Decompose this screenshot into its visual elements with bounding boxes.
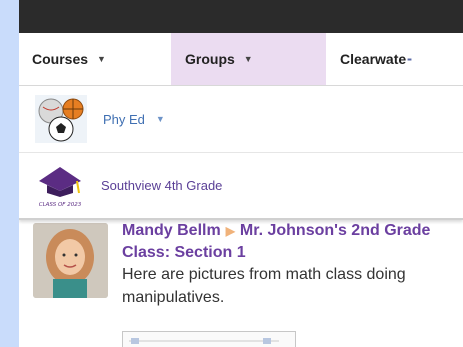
feed-post: Mandy Bellm ▶ Mr. Johnson's 2nd Grade Clas…: [19, 218, 463, 347]
dropdown-item-label: Phy Ed: [103, 111, 145, 127]
nav-courses-label: Courses: [32, 51, 89, 67]
avatar[interactable]: [33, 223, 108, 298]
dropdown-item-southview[interactable]: CLASS OF 2023 Southview 4th Grade: [19, 152, 463, 218]
thumbnail-line: [129, 340, 279, 342]
nav-clearwater[interactable]: Clearwate ▪▪: [326, 33, 463, 85]
thumbnail-marker: [131, 338, 139, 344]
triangle-right-icon: ▶: [225, 224, 235, 238]
overflow-icon: ▪▪: [407, 54, 412, 64]
svg-text:CLASS OF 2023: CLASS OF 2023: [39, 202, 82, 208]
dropdown-item-label: Southview 4th Grade: [101, 177, 223, 193]
chevron-down-icon: ▼: [97, 54, 106, 64]
nav-courses[interactable]: Courses ▼: [19, 33, 171, 85]
nav-clearwater-label: Clearwate: [340, 51, 407, 67]
groups-dropdown-menu: Phy Ed ▼ CLASS OF 2023 Southview 4th Gra…: [19, 86, 463, 220]
app-frame: Courses ▼ Groups ▼ Clearwate ▪▪ Phy Ed ▼…: [19, 0, 463, 347]
post-title: Mandy Bellm ▶ Mr. Johnson's 2nd Grade Clas…: [122, 220, 452, 263]
class-of-2023-logo: CLASS OF 2023: [33, 161, 87, 209]
post-image-thumbnail[interactable]: [122, 331, 296, 347]
chevron-down-icon[interactable]: ▼: [156, 114, 165, 124]
top-bar: [19, 0, 463, 33]
post-author-link[interactable]: Mandy Bellm: [122, 222, 221, 239]
dropdown-item-phy-ed[interactable]: Phy Ed ▼: [19, 86, 463, 153]
nav-groups[interactable]: Groups ▼: [171, 33, 326, 85]
sports-balls-icon: [35, 95, 87, 143]
post-body: Here are pictures from math class doing …: [122, 266, 406, 306]
main-nav: Courses ▼ Groups ▼ Clearwate ▪▪: [19, 33, 463, 86]
chevron-down-icon: ▼: [243, 54, 253, 64]
thumbnail-marker: [263, 338, 271, 344]
nav-groups-label: Groups: [185, 51, 235, 67]
